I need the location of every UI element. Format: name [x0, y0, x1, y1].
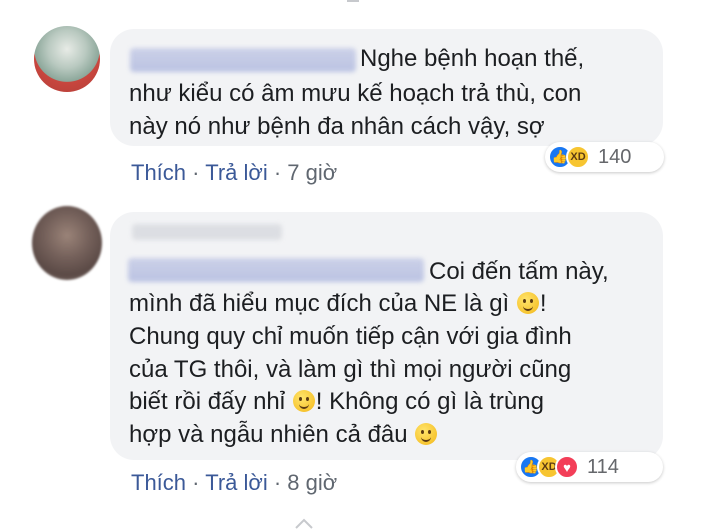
- commenter-name-blurred[interactable]: [128, 258, 424, 282]
- separator: ·: [273, 470, 282, 495]
- comment-text-line: như kiểu có âm mưu kế hoạch trả thù, con: [129, 80, 582, 107]
- comment-text-line: mình đã hiểu mục đích của NE là gì !: [129, 290, 547, 317]
- comment-actions: Thích · Trả lời · 7 giờ: [131, 160, 337, 186]
- reactions-summary[interactable]: 👍 XD 140: [545, 142, 664, 172]
- timestamp[interactable]: 7 giờ: [287, 160, 337, 185]
- smile-emoji-icon: [292, 390, 315, 412]
- previous-comment-edge: [347, 0, 359, 6]
- commenter-name-blurred[interactable]: [130, 48, 356, 72]
- comment-text-line: Coi đến tấm này,: [429, 258, 609, 285]
- reply-link[interactable]: Trả lời: [205, 160, 268, 185]
- like-link[interactable]: Thích: [131, 160, 186, 185]
- comment-actions: Thích · Trả lời · 8 giờ: [131, 470, 337, 496]
- comment-text-line: của TG thôi, và làm gì thì mọi người cũn…: [129, 356, 572, 383]
- haha-icon: XD: [566, 145, 590, 169]
- smile-emoji-icon: [516, 292, 539, 314]
- comment-text-line: hợp và ngẫu nhiên cả đâu: [129, 419, 438, 451]
- separator: ·: [273, 160, 282, 185]
- timestamp[interactable]: 8 giờ: [287, 470, 337, 495]
- avatar[interactable]: [34, 26, 100, 92]
- avatar[interactable]: [32, 206, 102, 280]
- commenter-badge-blurred: [132, 224, 282, 240]
- comment-text-line: Nghe bệnh hoạn thế,: [360, 45, 585, 72]
- reply-link[interactable]: Trả lời: [205, 470, 268, 495]
- smile-emoji-icon: [415, 423, 438, 445]
- separator: ·: [192, 470, 200, 495]
- love-icon: ♥: [555, 455, 579, 479]
- separator: ·: [192, 160, 200, 185]
- reaction-count: 140: [598, 145, 632, 168]
- reaction-count: 114: [587, 455, 619, 478]
- comment-text-line: biết rồi đấy nhỉ ! Không có gì là trùng: [129, 388, 544, 415]
- comment-text-line: này nó như bệnh đa nhân cách vậy, sợ: [129, 113, 545, 140]
- like-link[interactable]: Thích: [131, 470, 186, 495]
- comment-text-line: Chung quy chỉ muốn tiếp cận với gia đình: [129, 323, 572, 350]
- reactions-summary[interactable]: 👍 XD ♥ 114: [516, 452, 663, 482]
